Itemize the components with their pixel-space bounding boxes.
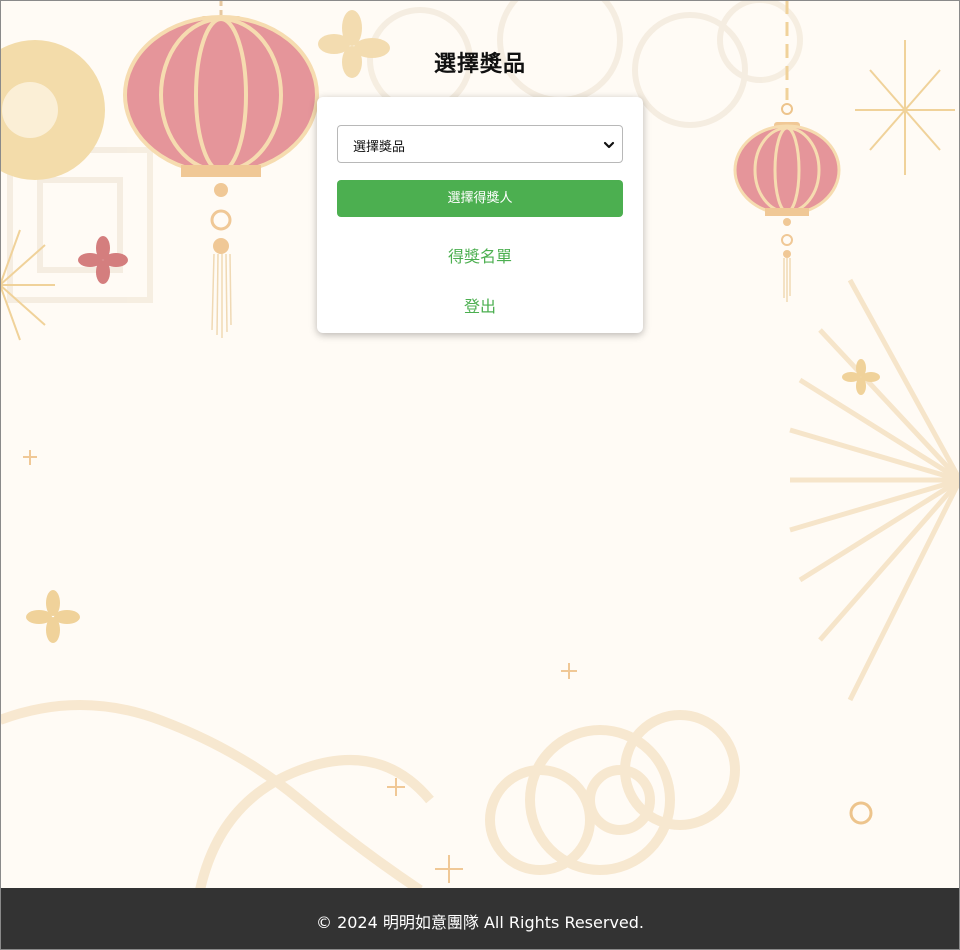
footer: © 2024 明明如意團隊 All Rights Reserved.	[0, 888, 960, 950]
sunburst-right	[789, 278, 960, 702]
prize-select[interactable]: 選擇獎品	[337, 125, 623, 163]
prize-card: 選擇獎品 選擇得獎人 得獎名單 登出	[317, 97, 643, 333]
flower-top-left-center	[2, 82, 58, 138]
winners-list-link[interactable]: 得獎名單	[317, 243, 643, 267]
select-winner-button[interactable]: 選擇得獎人	[337, 180, 623, 217]
chevron-down-icon	[603, 141, 615, 149]
cloud-pattern-bottom	[0, 700, 740, 890]
copyright-text: © 2024 明明如意團隊 All Rights Reserved.	[315, 913, 644, 932]
ring-ornament	[849, 801, 873, 825]
page-title: 選擇獎品	[433, 52, 526, 77]
flower-small-bottom-left	[26, 590, 80, 643]
logout-link[interactable]: 登出	[317, 293, 643, 317]
prize-select-value: 選擇獎品	[353, 140, 406, 155]
